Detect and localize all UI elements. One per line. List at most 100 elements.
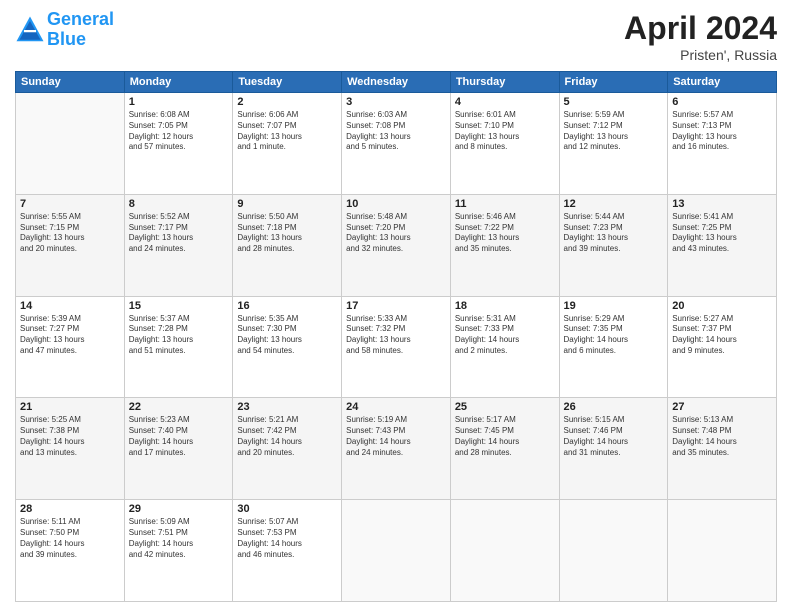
day-number: 8 xyxy=(129,198,229,210)
day-info: Sunrise: 5:39 AMSunset: 7:27 PMDaylight:… xyxy=(20,314,120,357)
col-thursday: Thursday xyxy=(450,72,559,93)
day-number: 24 xyxy=(346,401,446,413)
day-number: 13 xyxy=(672,198,772,210)
calendar-cell: 14 Sunrise: 5:39 AMSunset: 7:27 PMDayligh… xyxy=(16,296,125,398)
day-info: Sunrise: 6:03 AMSunset: 7:08 PMDaylight:… xyxy=(346,110,446,153)
day-info: Sunrise: 5:59 AMSunset: 7:12 PMDaylight:… xyxy=(564,110,664,153)
logo-icon xyxy=(15,15,45,45)
logo-line2: Blue xyxy=(47,29,86,49)
page: General Blue April 2024 Pristen', Russia… xyxy=(0,0,792,612)
day-number: 27 xyxy=(672,401,772,413)
calendar-cell: 19 Sunrise: 5:29 AMSunset: 7:35 PMDayligh… xyxy=(559,296,668,398)
day-number: 22 xyxy=(129,401,229,413)
calendar-cell: 17 Sunrise: 5:33 AMSunset: 7:32 PMDayligh… xyxy=(342,296,451,398)
calendar-cell: 7Sunrise: 5:55 AMSunset: 7:15 PMDaylight… xyxy=(16,194,125,296)
calendar-week-1: 1 Sunrise: 6:08 AMSunset: 7:05 PMDaylight… xyxy=(16,93,777,195)
header-row: Sunday Monday Tuesday Wednesday Thursday… xyxy=(16,72,777,93)
header: General Blue April 2024 Pristen', Russia xyxy=(15,10,777,63)
calendar-week-5: 28 Sunrise: 5:11 AMSunset: 7:50 PMDayligh… xyxy=(16,500,777,602)
day-info: Sunrise: 5:13 AMSunset: 7:48 PMDaylight:… xyxy=(672,415,772,458)
day-number: 18 xyxy=(455,300,555,312)
calendar-cell: 25Sunrise: 5:17 AMSunset: 7:45 PMDayligh… xyxy=(450,398,559,500)
day-number: 20 xyxy=(672,300,772,312)
day-info: Sunrise: 5:57 AMSunset: 7:13 PMDaylight:… xyxy=(672,110,772,153)
day-number: 4 xyxy=(455,96,555,108)
calendar-cell: 27 Sunrise: 5:13 AMSunset: 7:48 PMDayligh… xyxy=(668,398,777,500)
day-info: Sunrise: 6:08 AMSunset: 7:05 PMDaylight:… xyxy=(129,110,229,153)
calendar-cell: 20Sunrise: 5:27 AMSunset: 7:37 PMDayligh… xyxy=(668,296,777,398)
calendar-body: 1 Sunrise: 6:08 AMSunset: 7:05 PMDaylight… xyxy=(16,93,777,602)
calendar-cell xyxy=(450,500,559,602)
day-number: 10 xyxy=(346,198,446,210)
calendar-cell: 28 Sunrise: 5:11 AMSunset: 7:50 PMDayligh… xyxy=(16,500,125,602)
calendar-cell xyxy=(668,500,777,602)
day-info: Sunrise: 5:44 AMSunset: 7:23 PMDaylight:… xyxy=(564,212,664,255)
calendar-cell: 6 Sunrise: 5:57 AMSunset: 7:13 PMDaylight… xyxy=(668,93,777,195)
day-number: 23 xyxy=(237,401,337,413)
calendar-cell: 9 Sunrise: 5:50 AMSunset: 7:18 PMDaylight… xyxy=(233,194,342,296)
calendar-cell: 16 Sunrise: 5:35 AMSunset: 7:30 PMDayligh… xyxy=(233,296,342,398)
day-info: Sunrise: 5:46 AMSunset: 7:22 PMDaylight:… xyxy=(455,212,555,255)
day-number: 17 xyxy=(346,300,446,312)
calendar-week-4: 21 Sunrise: 5:25 AMSunset: 7:38 PMDayligh… xyxy=(16,398,777,500)
calendar-cell: 21 Sunrise: 5:25 AMSunset: 7:38 PMDayligh… xyxy=(16,398,125,500)
day-number: 1 xyxy=(129,96,229,108)
calendar-week-2: 7Sunrise: 5:55 AMSunset: 7:15 PMDaylight… xyxy=(16,194,777,296)
day-number: 9 xyxy=(237,198,337,210)
day-info: Sunrise: 5:52 AMSunset: 7:17 PMDaylight:… xyxy=(129,212,229,255)
day-info: Sunrise: 5:48 AMSunset: 7:20 PMDaylight:… xyxy=(346,212,446,255)
calendar-cell: 1 Sunrise: 6:08 AMSunset: 7:05 PMDaylight… xyxy=(124,93,233,195)
day-number: 6 xyxy=(672,96,772,108)
title-block: April 2024 Pristen', Russia xyxy=(624,10,777,63)
day-number: 26 xyxy=(564,401,664,413)
day-info: Sunrise: 5:23 AMSunset: 7:40 PMDaylight:… xyxy=(129,415,229,458)
day-info: Sunrise: 5:25 AMSunset: 7:38 PMDaylight:… xyxy=(20,415,120,458)
day-info: Sunrise: 5:11 AMSunset: 7:50 PMDaylight:… xyxy=(20,517,120,560)
calendar-cell: 2Sunrise: 6:06 AMSunset: 7:07 PMDaylight… xyxy=(233,93,342,195)
day-info: Sunrise: 5:37 AMSunset: 7:28 PMDaylight:… xyxy=(129,314,229,357)
calendar-cell: 18 Sunrise: 5:31 AMSunset: 7:33 PMDayligh… xyxy=(450,296,559,398)
day-info: Sunrise: 5:15 AMSunset: 7:46 PMDaylight:… xyxy=(564,415,664,458)
calendar-cell: 4 Sunrise: 6:01 AMSunset: 7:10 PMDaylight… xyxy=(450,93,559,195)
calendar-cell: 23 Sunrise: 5:21 AMSunset: 7:42 PMDayligh… xyxy=(233,398,342,500)
calendar-cell: 11 Sunrise: 5:46 AMSunset: 7:22 PMDayligh… xyxy=(450,194,559,296)
day-number: 11 xyxy=(455,198,555,210)
col-sunday: Sunday xyxy=(16,72,125,93)
calendar-cell: 26 Sunrise: 5:15 AMSunset: 7:46 PMDayligh… xyxy=(559,398,668,500)
calendar-cell: 30Sunrise: 5:07 AMSunset: 7:53 PMDayligh… xyxy=(233,500,342,602)
day-number: 29 xyxy=(129,503,229,515)
calendar-cell: 3 Sunrise: 6:03 AMSunset: 7:08 PMDaylight… xyxy=(342,93,451,195)
day-number: 5 xyxy=(564,96,664,108)
day-info: Sunrise: 5:50 AMSunset: 7:18 PMDaylight:… xyxy=(237,212,337,255)
calendar: Sunday Monday Tuesday Wednesday Thursday… xyxy=(15,71,777,602)
calendar-cell xyxy=(16,93,125,195)
day-number: 21 xyxy=(20,401,120,413)
col-wednesday: Wednesday xyxy=(342,72,451,93)
day-info: Sunrise: 5:17 AMSunset: 7:45 PMDaylight:… xyxy=(455,415,555,458)
month-title: April 2024 xyxy=(624,10,777,47)
day-number: 3 xyxy=(346,96,446,108)
col-monday: Monday xyxy=(124,72,233,93)
calendar-cell: 29 Sunrise: 5:09 AMSunset: 7:51 PMDayligh… xyxy=(124,500,233,602)
calendar-week-3: 14 Sunrise: 5:39 AMSunset: 7:27 PMDayligh… xyxy=(16,296,777,398)
day-number: 19 xyxy=(564,300,664,312)
day-info: Sunrise: 5:21 AMSunset: 7:42 PMDaylight:… xyxy=(237,415,337,458)
day-number: 7 xyxy=(20,198,120,210)
day-number: 16 xyxy=(237,300,337,312)
day-info: Sunrise: 5:31 AMSunset: 7:33 PMDaylight:… xyxy=(455,314,555,357)
day-number: 14 xyxy=(20,300,120,312)
day-info: Sunrise: 5:41 AMSunset: 7:25 PMDaylight:… xyxy=(672,212,772,255)
day-info: Sunrise: 5:29 AMSunset: 7:35 PMDaylight:… xyxy=(564,314,664,357)
day-number: 28 xyxy=(20,503,120,515)
day-info: Sunrise: 5:09 AMSunset: 7:51 PMDaylight:… xyxy=(129,517,229,560)
calendar-cell: 12Sunrise: 5:44 AMSunset: 7:23 PMDayligh… xyxy=(559,194,668,296)
location: Pristen', Russia xyxy=(624,47,777,63)
day-info: Sunrise: 5:07 AMSunset: 7:53 PMDaylight:… xyxy=(237,517,337,560)
day-info: Sunrise: 5:33 AMSunset: 7:32 PMDaylight:… xyxy=(346,314,446,357)
day-info: Sunrise: 5:19 AMSunset: 7:43 PMDaylight:… xyxy=(346,415,446,458)
day-info: Sunrise: 6:06 AMSunset: 7:07 PMDaylight:… xyxy=(237,110,337,153)
logo: General Blue xyxy=(15,10,114,50)
day-info: Sunrise: 5:35 AMSunset: 7:30 PMDaylight:… xyxy=(237,314,337,357)
logo-text: General Blue xyxy=(47,10,114,50)
day-info: Sunrise: 6:01 AMSunset: 7:10 PMDaylight:… xyxy=(455,110,555,153)
